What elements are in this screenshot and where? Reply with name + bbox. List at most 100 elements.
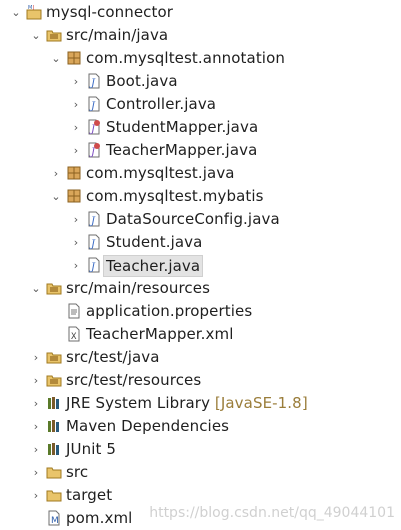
tree-row[interactable]: › J TeacherMapper.java [0, 139, 401, 162]
svg-text:J: J [89, 147, 96, 158]
tree-item-decoration: [JavaSE-1.8] [210, 394, 308, 412]
tree-row[interactable]: ⌄ com.mysqltest.annotation [0, 47, 401, 70]
tree-item-label: src/test/java [66, 348, 160, 366]
java-file-icon: J [86, 211, 102, 227]
tree-row[interactable]: ⌄ src/main/resources [0, 277, 401, 300]
java-file-icon: J [86, 96, 102, 112]
tree-item-label: pom.xml [66, 509, 133, 527]
tree-row[interactable]: › J Student.java [0, 231, 401, 254]
xml-file-icon: X [66, 326, 82, 342]
tree-row[interactable]: application.properties [0, 300, 401, 323]
svg-text:M: M [51, 516, 59, 526]
library-icon [46, 395, 62, 411]
chevron-right-icon[interactable]: › [30, 350, 42, 364]
tree-row[interactable]: ⌄ src/main/java [0, 24, 401, 47]
tree-row[interactable]: › J DataSourceConfig.java [0, 208, 401, 231]
chevron-right-icon[interactable]: › [70, 97, 82, 111]
chevron-right-icon[interactable]: › [50, 166, 62, 180]
java-interface-icon: J [86, 119, 102, 135]
tree-item-label: application.properties [86, 302, 253, 320]
tree-row[interactable]: › src/test/java [0, 346, 401, 369]
chevron-right-icon[interactable]: › [30, 396, 42, 410]
chevron-right-icon[interactable]: › [30, 488, 42, 502]
tree-row[interactable]: › JUnit 5 [0, 438, 401, 461]
tree-row[interactable]: › J Boot.java [0, 70, 401, 93]
svg-text:J: J [89, 78, 96, 89]
svg-text:J: J [89, 101, 96, 112]
tree-item-label: TeacherMapper.java [106, 141, 258, 159]
tree-item-label: JRE System Library [JavaSE-1.8] [66, 394, 308, 412]
chevron-right-icon[interactable]: › [70, 212, 82, 226]
source-folder-icon [46, 372, 62, 388]
chevron-down-icon[interactable]: ⌄ [10, 5, 22, 19]
chevron-down-icon[interactable]: ⌄ [50, 51, 62, 65]
tree-row[interactable]: › J Teacher.java [0, 254, 401, 277]
chevron-right-icon[interactable]: › [30, 373, 42, 387]
java-file-icon: J [86, 257, 102, 273]
chevron-right-icon[interactable]: › [30, 465, 42, 479]
tree-item-label: Teacher.java [103, 255, 204, 277]
properties-file-icon [66, 303, 82, 319]
source-folder-icon [46, 280, 62, 296]
library-icon [46, 441, 62, 457]
tree-row[interactable]: › J StudentMapper.java [0, 116, 401, 139]
chevron-right-icon[interactable]: › [70, 74, 82, 88]
tree-item-label: Student.java [106, 233, 203, 251]
tree-row[interactable]: › J Controller.java [0, 93, 401, 116]
svg-text:J: J [89, 239, 96, 250]
chevron-down-icon[interactable]: ⌄ [30, 281, 42, 295]
tree-row[interactable]: › com.mysqltest.java [0, 162, 401, 185]
maven-project-icon: MJ [26, 4, 42, 20]
tree-item-label: Boot.java [106, 72, 178, 90]
chevron-right-icon[interactable]: › [30, 442, 42, 456]
package-icon [66, 165, 82, 181]
svg-text:X: X [71, 332, 77, 342]
chevron-right-icon[interactable]: › [70, 143, 82, 157]
java-file-icon: J [86, 73, 102, 89]
chevron-down-icon[interactable]: ⌄ [50, 189, 62, 203]
tree-row[interactable]: › src/test/resources [0, 369, 401, 392]
tree-row[interactable]: › JRE System Library [JavaSE-1.8] [0, 392, 401, 415]
source-folder-icon [46, 27, 62, 43]
maven-pom-icon: M [46, 510, 62, 526]
java-file-icon: J [86, 234, 102, 250]
tree-item-label: com.mysqltest.java [86, 164, 235, 182]
svg-text:J: J [32, 5, 34, 11]
tree-item-label: Controller.java [106, 95, 217, 113]
tree-row[interactable]: › src [0, 461, 401, 484]
tree-item-label: src [66, 463, 89, 481]
tree-item-label: StudentMapper.java [106, 118, 259, 136]
svg-text:M: M [28, 5, 32, 11]
tree-item-label: DataSourceConfig.java [106, 210, 280, 228]
chevron-right-icon[interactable]: › [30, 419, 42, 433]
chevron-down-icon[interactable]: ⌄ [30, 28, 42, 42]
tree-item-label: target [66, 486, 113, 504]
chevron-right-icon[interactable]: › [70, 235, 82, 249]
library-icon [46, 418, 62, 434]
java-interface-icon: J [86, 142, 102, 158]
tree-item-label: TeacherMapper.xml [86, 325, 234, 343]
tree-item-label: com.mysqltest.annotation [86, 49, 285, 67]
tree-item-label: JUnit 5 [66, 440, 116, 458]
tree-row[interactable]: ⌄ com.mysqltest.mybatis [0, 185, 401, 208]
tree-row[interactable]: X TeacherMapper.xml [0, 323, 401, 346]
svg-text:J: J [89, 124, 96, 135]
tree-item-label: src/test/resources [66, 371, 202, 389]
tree-item-label: mysql-connector [46, 3, 174, 21]
tree-item-label: src/main/java [66, 26, 169, 44]
tree-row[interactable]: › target [0, 484, 401, 507]
svg-text:J: J [89, 216, 96, 227]
chevron-right-icon[interactable]: › [70, 120, 82, 134]
folder-icon [46, 464, 62, 480]
tree-row[interactable]: › Maven Dependencies [0, 415, 401, 438]
tree-item-label: com.mysqltest.mybatis [86, 187, 264, 205]
tree-item-label: src/main/resources [66, 279, 210, 297]
svg-text:J: J [89, 262, 96, 273]
tree-row[interactable]: ⌄ M Jmysql-connector [0, 1, 401, 24]
watermark: https://blog.csdn.net/qq_49044101 [149, 505, 395, 521]
package-icon [66, 188, 82, 204]
tree-item-label: Maven Dependencies [66, 417, 230, 435]
package-icon [66, 50, 82, 66]
chevron-right-icon[interactable]: › [70, 258, 82, 272]
folder-icon [46, 487, 62, 503]
